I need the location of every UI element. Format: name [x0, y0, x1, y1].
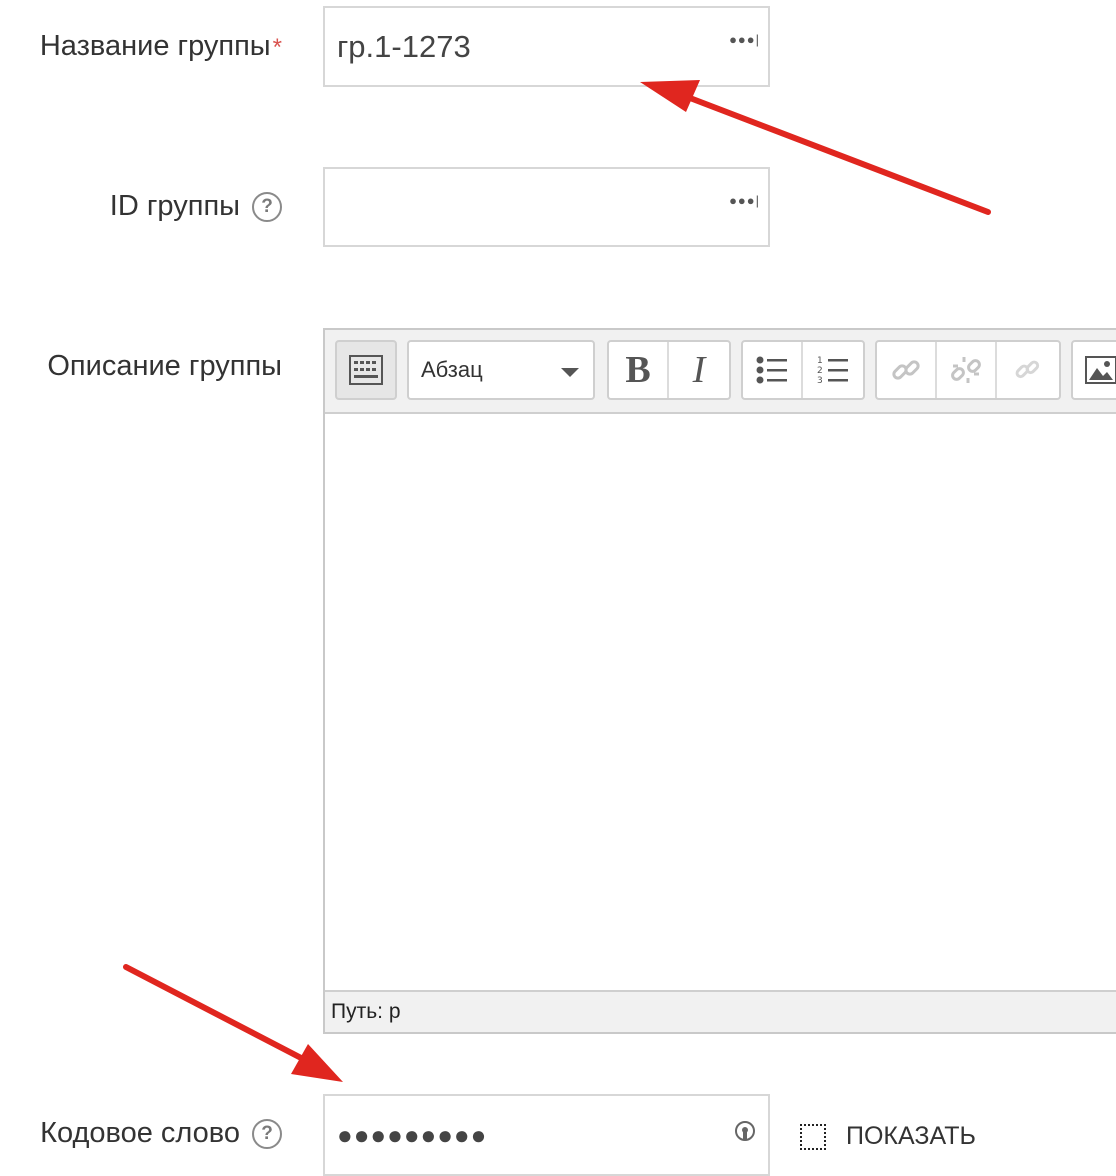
keyboard-icon — [349, 355, 383, 385]
bullet-list-icon — [756, 356, 787, 384]
text-style-group: B I — [607, 340, 731, 400]
unlink-button[interactable] — [937, 342, 997, 398]
group-id-input[interactable]: ●●●| — [323, 167, 770, 247]
password-value: ●●●●●●●●● — [337, 1119, 488, 1150]
arrow-to-password — [123, 964, 343, 1082]
anchor-button[interactable] — [997, 342, 1057, 398]
link-group — [875, 340, 1061, 400]
bold-icon: B — [625, 349, 651, 391]
svg-text:1: 1 — [817, 356, 823, 366]
unlink-icon — [951, 357, 981, 383]
group-id-label-text: ID группы — [109, 190, 240, 222]
description-label-text: Описание группы — [47, 350, 282, 382]
help-icon[interactable]: ? — [252, 191, 282, 222]
chevron-down-icon — [561, 368, 579, 377]
numbered-list-icon: 123 — [817, 356, 848, 386]
description-label: Описание группы — [47, 350, 282, 383]
italic-button[interactable]: I — [669, 342, 729, 398]
required-marker: * — [272, 34, 282, 61]
insert-image-button[interactable] — [1071, 340, 1116, 400]
list-group: 123 — [741, 340, 865, 400]
group-name-value: гр.1-1273 — [337, 28, 471, 64]
bold-button[interactable]: B — [609, 342, 669, 398]
show-password-toggle[interactable]: ПОКАЗАТЬ — [800, 1122, 976, 1151]
show-password-label: ПОКАЗАТЬ — [846, 1122, 976, 1150]
image-icon — [1085, 356, 1116, 384]
password-manager-icon[interactable]: ●●●| — [729, 193, 760, 208]
description-editor: Абзац B I 123 Путь: р — [323, 328, 1116, 1034]
toolbar-toggle-button[interactable] — [335, 340, 397, 400]
svg-text:2: 2 — [817, 366, 823, 376]
italic-icon: I — [692, 349, 706, 391]
anchor-link-icon — [1015, 360, 1040, 379]
paragraph-format-value: Абзац — [421, 357, 483, 382]
svg-text:3: 3 — [817, 376, 823, 386]
key-icon[interactable] — [734, 1120, 756, 1148]
password-label: Кодовое слово ? — [40, 1117, 282, 1150]
bullet-list-button[interactable] — [743, 342, 803, 398]
password-label-text: Кодовое слово — [40, 1117, 240, 1149]
help-icon[interactable]: ? — [252, 1118, 282, 1149]
password-input[interactable]: ●●●●●●●●● — [323, 1094, 770, 1176]
numbered-list-button[interactable]: 123 — [803, 342, 863, 398]
group-name-label: Название группы * — [40, 30, 282, 63]
group-id-label: ID группы ? — [110, 190, 282, 223]
link-icon — [892, 360, 920, 380]
editor-path: Путь: р — [331, 1000, 401, 1023]
editor-path-bar: Путь: р — [325, 990, 1116, 1032]
password-manager-icon[interactable]: ●●●| — [729, 32, 760, 47]
link-button[interactable] — [877, 342, 937, 398]
group-name-label-text: Название группы — [39, 30, 271, 62]
paragraph-format-select[interactable]: Абзац — [407, 340, 595, 400]
editor-toolbar: Абзац B I 123 — [325, 330, 1116, 414]
group-name-input[interactable]: гр.1-1273 ●●●| — [323, 6, 770, 87]
show-password-checkbox[interactable] — [800, 1123, 826, 1150]
